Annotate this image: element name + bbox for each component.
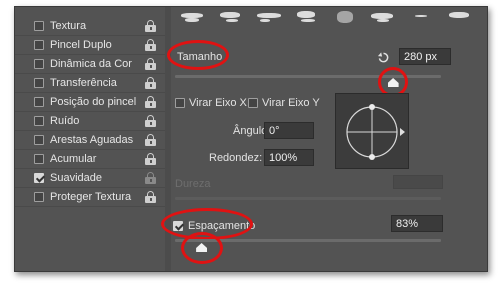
size-label-highlight bbox=[167, 40, 229, 70]
lock-icon[interactable] bbox=[145, 77, 156, 89]
brush-tip-preset[interactable] bbox=[179, 7, 209, 27]
brush-tip-preset[interactable] bbox=[255, 7, 285, 27]
flip-y-label: Virar Eixo Y bbox=[262, 97, 320, 109]
option-checkbox[interactable] bbox=[34, 40, 44, 50]
brush-options-list: Textura Pincel Duplo Dinâmica da Cor Tra… bbox=[15, 17, 165, 207]
option-posicao-do-pincel[interactable]: Posição do pincel bbox=[15, 93, 165, 112]
option-checkbox[interactable] bbox=[34, 78, 44, 88]
option-checkbox[interactable] bbox=[34, 59, 44, 69]
option-transferencia[interactable]: Transferência bbox=[15, 74, 165, 93]
hardness-slider bbox=[175, 197, 441, 200]
lock-icon[interactable] bbox=[145, 172, 156, 184]
lock-icon[interactable] bbox=[145, 96, 156, 108]
option-checkbox[interactable] bbox=[34, 21, 44, 31]
brush-tips-strip[interactable] bbox=[175, 7, 475, 31]
lock-icon[interactable] bbox=[145, 134, 156, 146]
brush-tip-preset[interactable] bbox=[217, 7, 247, 27]
option-proteger-textura[interactable]: Proteger Textura bbox=[15, 188, 165, 207]
reset-size-icon[interactable] bbox=[377, 51, 390, 64]
option-label: Pincel Duplo bbox=[50, 39, 112, 51]
option-arestas-aguadas[interactable]: Arestas Aguadas bbox=[15, 131, 165, 150]
lock-icon[interactable] bbox=[145, 39, 156, 51]
lock-icon[interactable] bbox=[145, 115, 156, 127]
lock-icon[interactable] bbox=[145, 191, 156, 203]
option-label: Dinâmica da Cor bbox=[50, 58, 132, 70]
option-label: Acumular bbox=[50, 153, 97, 165]
option-dinamica-da-cor[interactable]: Dinâmica da Cor bbox=[15, 55, 165, 74]
size-value-field[interactable]: 280 px bbox=[399, 48, 451, 65]
option-checkbox[interactable] bbox=[34, 173, 44, 183]
option-pincel-duplo[interactable]: Pincel Duplo bbox=[15, 36, 165, 55]
brush-tip-preset[interactable] bbox=[445, 7, 475, 27]
option-label: Suavidade bbox=[50, 172, 102, 184]
option-ruido[interactable]: Ruído bbox=[15, 112, 165, 131]
option-label: Transferência bbox=[50, 77, 117, 89]
option-label: Textura bbox=[50, 20, 87, 32]
option-checkbox[interactable] bbox=[34, 97, 44, 107]
option-checkbox[interactable] bbox=[34, 116, 44, 126]
option-acumular[interactable]: Acumular bbox=[15, 150, 165, 169]
roundness-value-field[interactable]: 100% bbox=[264, 149, 314, 166]
spacing-value-field[interactable]: 83% bbox=[391, 215, 443, 232]
option-checkbox[interactable] bbox=[34, 192, 44, 202]
brush-settings-panel: Textura Pincel Duplo Dinâmica da Cor Tra… bbox=[14, 6, 488, 272]
option-checkbox[interactable] bbox=[34, 154, 44, 164]
lock-icon[interactable] bbox=[145, 20, 156, 32]
brush-tip-preset[interactable] bbox=[293, 7, 323, 27]
lock-icon[interactable] bbox=[145, 153, 156, 165]
brush-angle-circle-icon bbox=[346, 104, 398, 160]
brush-tip-preset[interactable] bbox=[369, 7, 399, 27]
angle-direction-icon bbox=[400, 128, 405, 136]
option-suavidade[interactable]: Suavidade bbox=[15, 169, 165, 188]
flip-x-label: Virar Eixo X bbox=[189, 97, 247, 109]
hardness-value-field bbox=[393, 175, 443, 189]
option-checkbox[interactable] bbox=[34, 135, 44, 145]
option-textura[interactable]: Textura bbox=[15, 17, 165, 36]
roundness-label: Redondez: bbox=[209, 152, 263, 164]
angle-roundness-preview[interactable] bbox=[335, 93, 409, 169]
flip-x-checkbox[interactable] bbox=[175, 98, 185, 108]
option-label: Proteger Textura bbox=[50, 191, 132, 203]
hardness-label: Dureza bbox=[175, 178, 211, 190]
brush-tip-preset[interactable] bbox=[407, 7, 437, 27]
lock-icon[interactable] bbox=[145, 58, 156, 70]
flip-y-checkbox[interactable] bbox=[248, 98, 258, 108]
option-label: Ruído bbox=[50, 115, 80, 127]
angle-value-field[interactable]: 0° bbox=[264, 122, 314, 139]
brush-tip-preset[interactable] bbox=[331, 7, 361, 27]
spacing-thumb-highlight bbox=[180, 232, 223, 264]
option-label: Arestas Aguadas bbox=[50, 134, 134, 146]
option-label: Posição do pincel bbox=[50, 96, 137, 108]
